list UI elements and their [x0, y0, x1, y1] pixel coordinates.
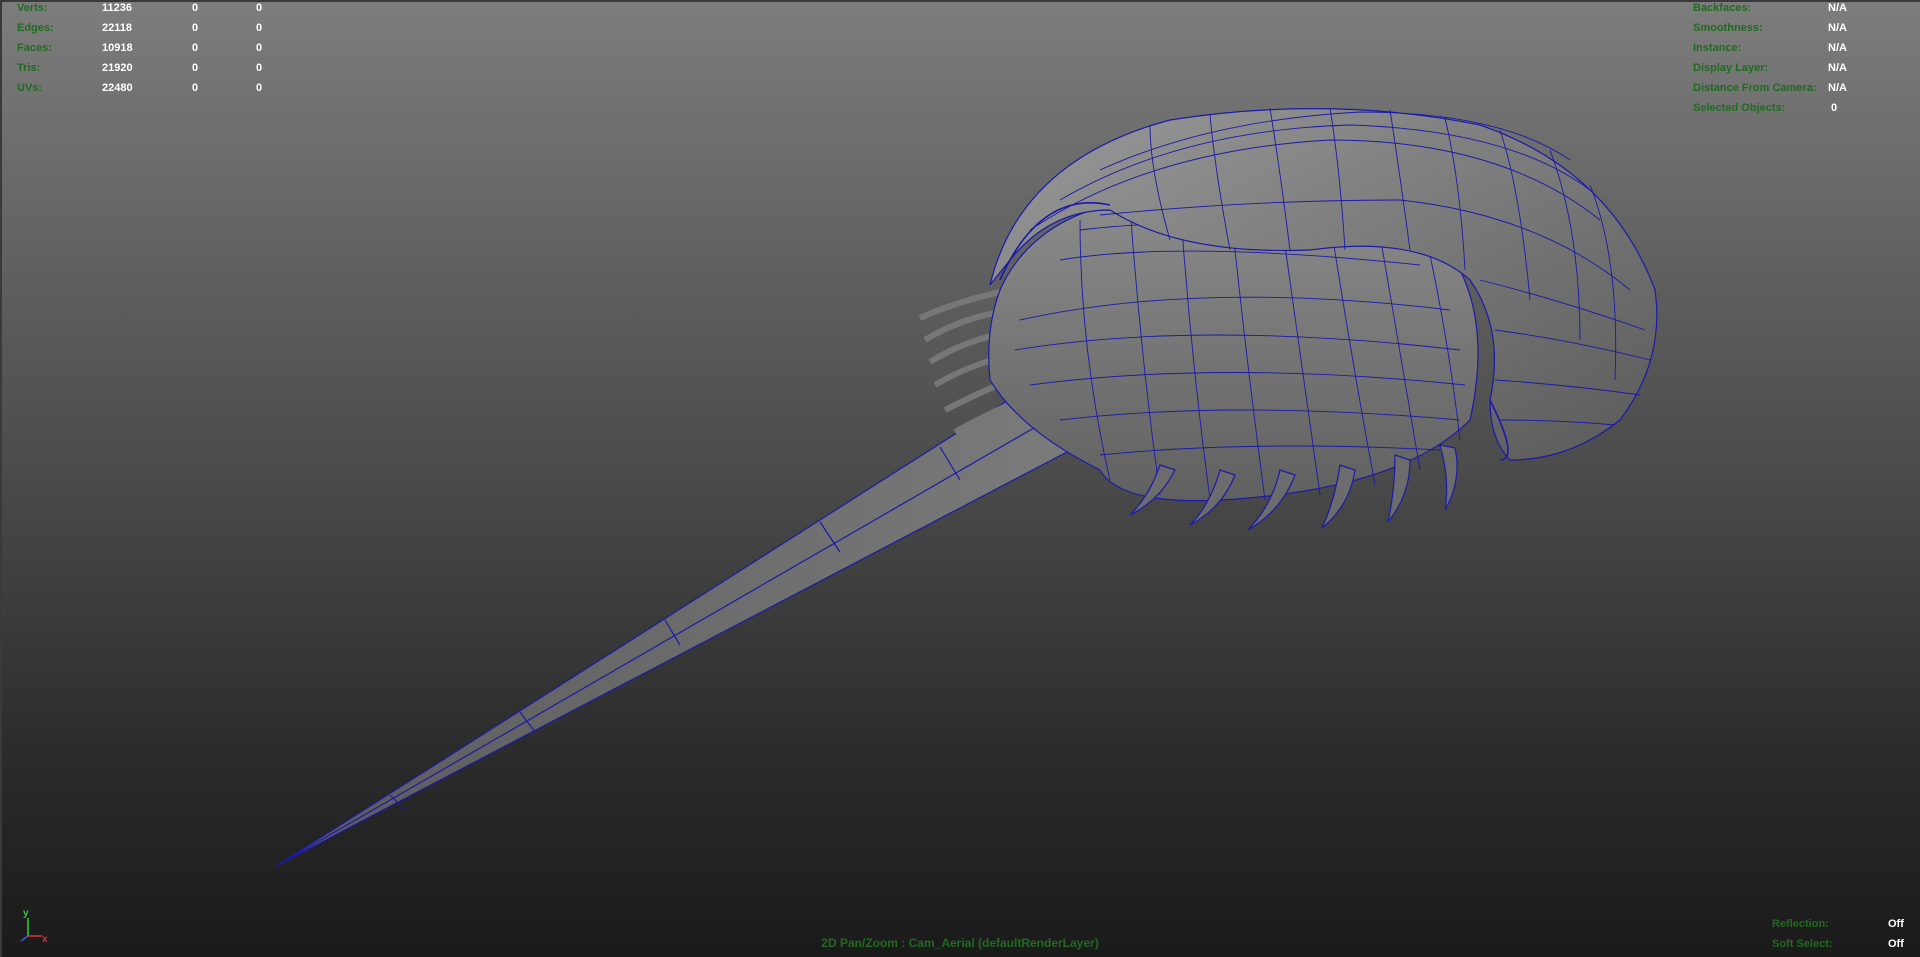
verts-selected: 0 [192, 2, 199, 14]
reflection-value[interactable]: Off [1888, 918, 1904, 930]
uvs-label: UVs: [17, 82, 43, 94]
display-layer-label: Display Layer: [1693, 62, 1769, 74]
selected-objects-value: 0 [1831, 102, 1838, 114]
faces-total: 10918 [102, 42, 133, 54]
instance-label: Instance: [1693, 42, 1742, 54]
tris-selected: 0 [192, 62, 199, 74]
soft-select-label: Soft Select: [1772, 938, 1833, 950]
faces-selected: 0 [192, 42, 199, 54]
telson-tail [275, 379, 1091, 867]
edges-tri: 0 [256, 22, 263, 34]
axis-y-label: y [23, 908, 29, 919]
backfaces-label: Backfaces: [1693, 2, 1752, 14]
selected-objects-label: Selected Objects: [1693, 102, 1786, 114]
tris-tri: 0 [256, 62, 263, 74]
uvs-selected: 0 [192, 82, 199, 94]
smoothness-label: Smoothness: [1693, 22, 1763, 34]
display-layer-value: N/A [1828, 62, 1847, 74]
verts-label: Verts: [17, 2, 48, 14]
camera-status: 2D Pan/Zoom : Cam_Aerial (defaultRenderL… [821, 936, 1099, 950]
faces-tri: 0 [256, 42, 263, 54]
backfaces-value: N/A [1828, 2, 1847, 14]
verts-tri: 0 [256, 2, 263, 14]
uvs-total: 22480 [102, 82, 133, 94]
faces-label: Faces: [17, 42, 52, 54]
edges-selected: 0 [192, 22, 199, 34]
horseshoe-crab-model[interactable] [0, 0, 1920, 957]
instance-value: N/A [1828, 42, 1847, 54]
edges-total: 22118 [102, 22, 132, 34]
distance-value: N/A [1828, 82, 1847, 94]
reflection-label: Reflection: [1772, 918, 1829, 930]
edges-label: Edges: [17, 22, 54, 34]
uvs-tri: 0 [256, 82, 263, 94]
distance-label: Distance From Camera: [1693, 82, 1817, 94]
verts-total: 11236 [102, 2, 132, 14]
tris-total: 21920 [102, 62, 133, 74]
smoothness-value: N/A [1828, 22, 1847, 34]
soft-select-value[interactable]: Off [1888, 938, 1904, 950]
tris-label: Tris: [17, 62, 41, 74]
